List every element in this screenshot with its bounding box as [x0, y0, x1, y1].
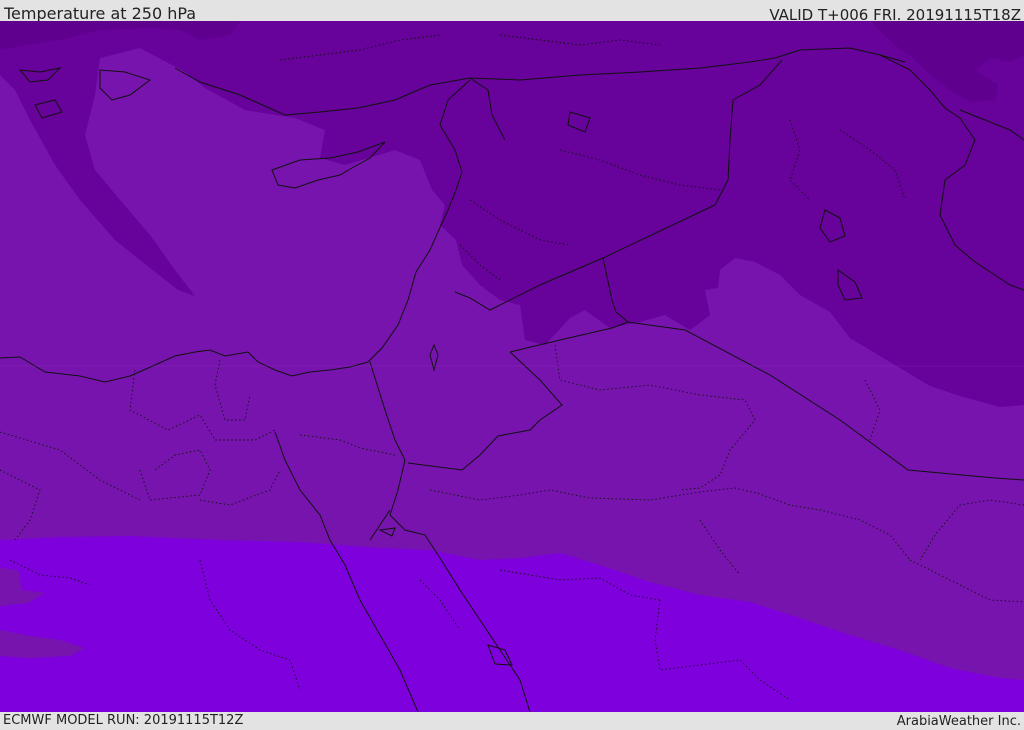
credit-label: ArabiaWeather Inc.: [896, 714, 1021, 729]
map-svg: [0, 21, 1024, 712]
header-bar: Temperature at 250 hPa VALID T+006 FRI. …: [0, 0, 1024, 24]
model-run-label: ECMWF MODEL RUN: 20191115T12Z: [3, 713, 244, 728]
footer-bar: ECMWF MODEL RUN: 20191115T12Z ArabiaWeat…: [0, 712, 1024, 729]
temperature-map[interactable]: [0, 21, 1024, 712]
